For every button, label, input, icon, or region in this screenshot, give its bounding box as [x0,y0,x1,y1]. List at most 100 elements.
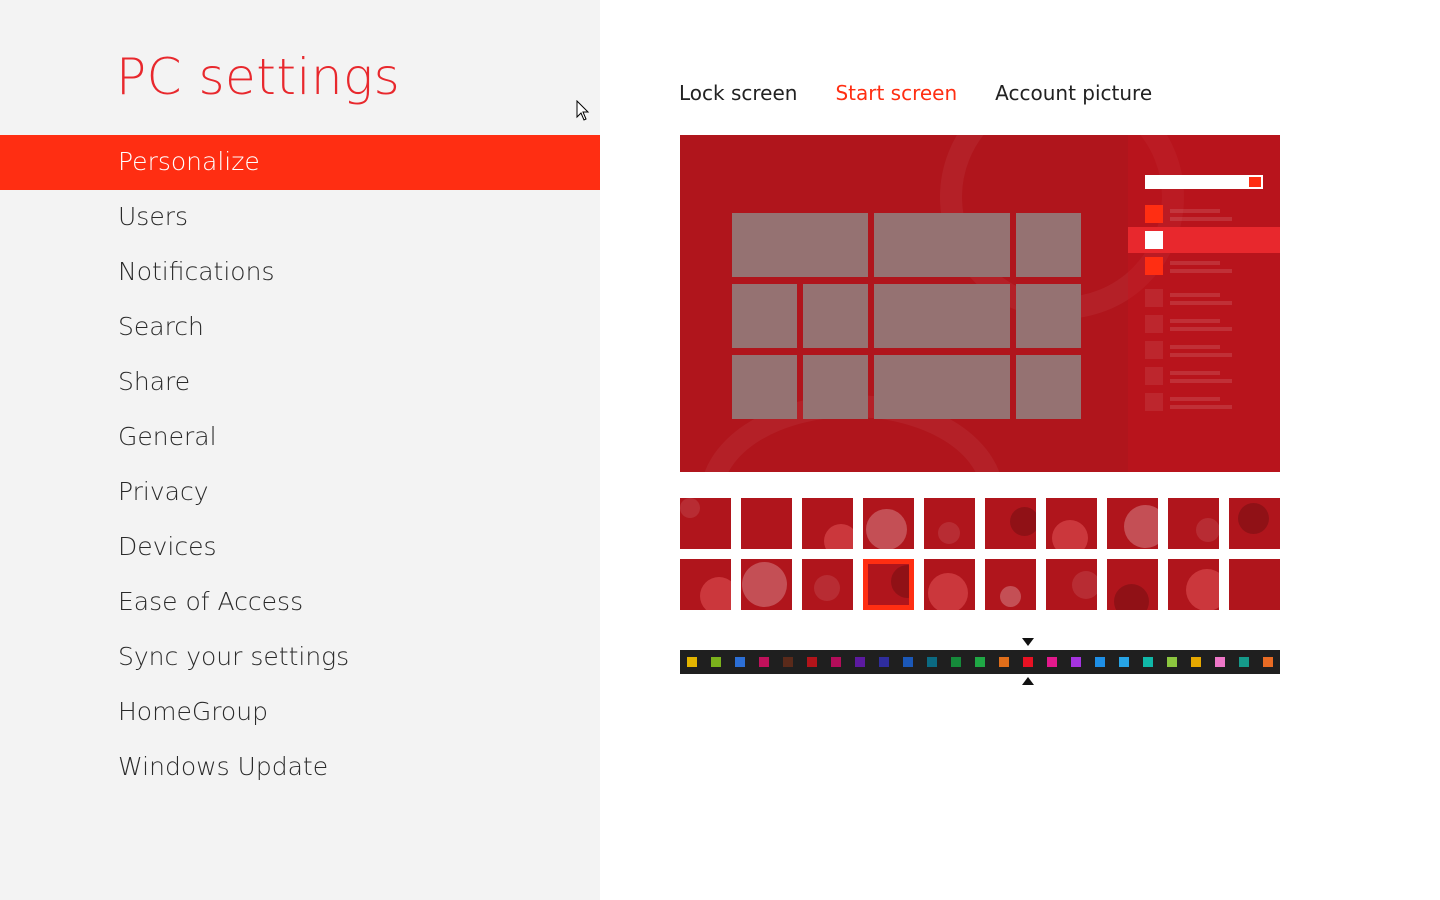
background-pattern-option[interactable] [985,559,1036,610]
color-swatch[interactable] [711,657,721,667]
color-swatch[interactable] [831,657,841,667]
background-pattern-option[interactable] [1168,498,1219,549]
color-swatch[interactable] [1143,657,1153,667]
pattern-decoration [680,498,700,518]
color-swatch[interactable] [927,657,937,667]
sidebar-item-personalize[interactable]: Personalize [0,135,600,190]
background-pattern-option[interactable] [924,559,975,610]
background-pattern-option[interactable] [1107,559,1158,610]
preview-search-box [1145,175,1263,189]
color-swatch[interactable] [1119,657,1129,667]
pattern-decoration [1196,518,1219,542]
tab-start-screen[interactable]: Start screen [835,78,957,108]
color-slider-top-marker [1022,638,1034,646]
preview-app-icon [1145,289,1163,307]
background-pattern-option[interactable] [1229,559,1280,610]
pattern-decoration [1072,571,1097,599]
background-pattern-option[interactable] [1168,559,1219,610]
preview-row-text [1170,379,1232,383]
preview-tile [1016,213,1081,277]
sidebar-item-privacy[interactable]: Privacy [0,465,600,520]
background-pattern-option[interactable] [802,559,853,610]
color-swatch[interactable] [1095,657,1105,667]
preview-tile [732,355,797,419]
preview-row-text [1170,327,1232,331]
pattern-decoration [891,565,909,598]
color-swatch[interactable] [1023,657,1033,667]
tab-account-picture[interactable]: Account picture [995,78,1152,108]
preview-row-text [1170,319,1220,323]
preview-tile [732,213,868,277]
background-pattern-grid [680,498,1280,610]
color-swatch[interactable] [855,657,865,667]
sidebar-item-sync-settings[interactable]: Sync your settings [0,630,600,685]
preview-app-icon [1145,341,1163,359]
sidebar-item-share[interactable]: Share [0,355,600,410]
background-pattern-option[interactable] [1046,559,1097,610]
preview-row-text [1170,345,1220,349]
color-swatch[interactable] [1191,657,1201,667]
preview-row-text [1170,217,1232,221]
color-swatch[interactable] [1239,657,1249,667]
preview-app-icon [1145,257,1163,275]
preview-row-text [1170,269,1232,273]
preview-row-text [1170,293,1220,297]
background-pattern-option[interactable] [924,498,975,549]
page-title: PC settings [116,48,401,106]
color-swatch[interactable] [807,657,817,667]
preview-app-icon [1145,231,1163,249]
background-pattern-option[interactable] [863,498,914,549]
pattern-decoration [1010,507,1036,536]
pattern-decoration [938,522,960,544]
color-swatch[interactable] [1071,657,1081,667]
color-swatch[interactable] [1215,657,1225,667]
preview-tile [1016,284,1081,348]
color-swatch[interactable] [951,657,961,667]
background-pattern-option[interactable] [985,498,1036,549]
preview-row-text [1170,371,1220,375]
color-swatch[interactable] [1263,657,1273,667]
sidebar-nav: Personalize Users Notifications Search S… [0,135,600,795]
background-pattern-option[interactable] [1046,498,1097,549]
sidebar-item-search[interactable]: Search [0,300,600,355]
pattern-decoration [1052,520,1088,549]
pattern-decoration [928,573,968,610]
preview-app-icon [1145,367,1163,385]
preview-tile [874,355,1010,419]
background-pattern-option[interactable] [802,498,853,549]
background-pattern-option[interactable] [1229,498,1280,549]
preview-search-button [1249,177,1261,187]
pattern-decoration [814,575,840,601]
pattern-decoration [824,524,853,549]
color-swatch[interactable] [1167,657,1177,667]
preview-app-icon [1145,393,1163,411]
background-pattern-option[interactable] [863,559,914,610]
background-pattern-option[interactable] [741,559,792,610]
sidebar-item-general[interactable]: General [0,410,600,465]
preview-row-text [1170,405,1232,409]
sidebar-item-users[interactable]: Users [0,190,600,245]
background-pattern-option[interactable] [741,498,792,549]
color-swatch[interactable] [1047,657,1057,667]
color-swatch[interactable] [999,657,1009,667]
color-swatch[interactable] [759,657,769,667]
color-swatch[interactable] [903,657,913,667]
color-swatch[interactable] [975,657,985,667]
color-swatch[interactable] [783,657,793,667]
sidebar-item-ease-of-access[interactable]: Ease of Access [0,575,600,630]
color-swatch[interactable] [735,657,745,667]
tab-lock-screen[interactable]: Lock screen [679,78,797,108]
sidebar-item-devices[interactable]: Devices [0,520,600,575]
personalize-tabs: Lock screen Start screen Account picture [679,78,1190,108]
preview-app-icon [1145,315,1163,333]
color-swatch[interactable] [879,657,889,667]
sidebar-item-homegroup[interactable]: HomeGroup [0,685,600,740]
background-pattern-option[interactable] [680,498,731,549]
background-pattern-option[interactable] [680,559,731,610]
color-swatch[interactable] [687,657,697,667]
sidebar-item-notifications[interactable]: Notifications [0,245,600,300]
sidebar-item-windows-update[interactable]: Windows Update [0,740,600,795]
color-slider[interactable] [680,650,1280,674]
preview-row-text [1170,353,1232,357]
background-pattern-option[interactable] [1107,498,1158,549]
